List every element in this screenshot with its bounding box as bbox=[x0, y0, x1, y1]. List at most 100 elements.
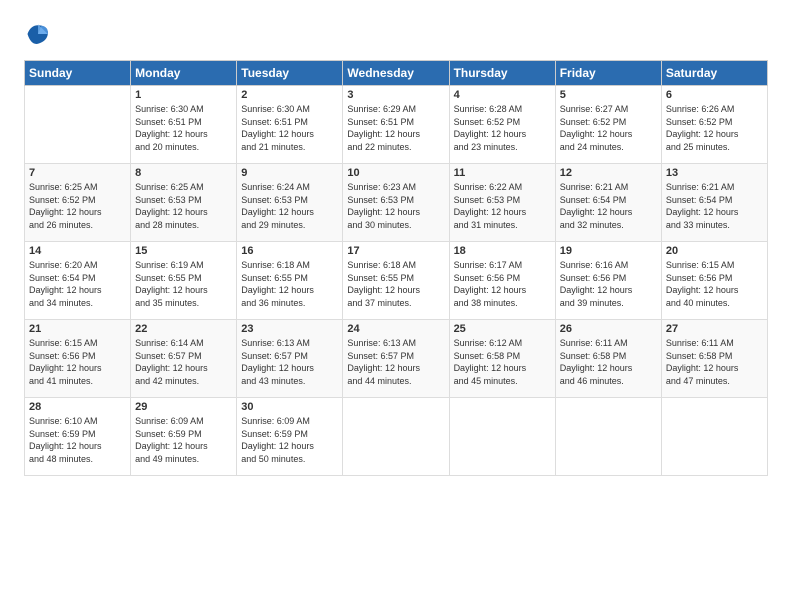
calendar-row: 28 Sunrise: 6:10 AMSunset: 6:59 PMDayligh… bbox=[25, 398, 768, 476]
day-info: Sunrise: 6:13 AMSunset: 6:57 PMDaylight:… bbox=[347, 337, 444, 387]
calendar-cell: 1 Sunrise: 6:30 AMSunset: 6:51 PMDaylight… bbox=[131, 86, 237, 164]
header-day: Saturday bbox=[661, 61, 767, 86]
day-info: Sunrise: 6:18 AMSunset: 6:55 PMDaylight:… bbox=[241, 259, 338, 309]
calendar-cell: 6 Sunrise: 6:26 AMSunset: 6:52 PMDaylight… bbox=[661, 86, 767, 164]
day-number: 12 bbox=[560, 167, 657, 179]
day-info: Sunrise: 6:18 AMSunset: 6:55 PMDaylight:… bbox=[347, 259, 444, 309]
day-number: 18 bbox=[454, 245, 551, 257]
day-info: Sunrise: 6:22 AMSunset: 6:53 PMDaylight:… bbox=[454, 181, 551, 231]
day-number: 23 bbox=[241, 323, 338, 335]
calendar-cell: 23 Sunrise: 6:13 AMSunset: 6:57 PMDayligh… bbox=[237, 320, 343, 398]
header-day: Thursday bbox=[449, 61, 555, 86]
calendar-cell: 21 Sunrise: 6:15 AMSunset: 6:56 PMDayligh… bbox=[25, 320, 131, 398]
day-info: Sunrise: 6:13 AMSunset: 6:57 PMDaylight:… bbox=[241, 337, 338, 387]
day-number: 30 bbox=[241, 401, 338, 413]
calendar-cell: 2 Sunrise: 6:30 AMSunset: 6:51 PMDaylight… bbox=[237, 86, 343, 164]
calendar-cell bbox=[661, 398, 767, 476]
calendar-cell bbox=[555, 398, 661, 476]
day-info: Sunrise: 6:12 AMSunset: 6:58 PMDaylight:… bbox=[454, 337, 551, 387]
calendar-table: SundayMondayTuesdayWednesdayThursdayFrid… bbox=[24, 60, 768, 476]
calendar-cell: 20 Sunrise: 6:15 AMSunset: 6:56 PMDayligh… bbox=[661, 242, 767, 320]
day-number: 21 bbox=[29, 323, 126, 335]
day-info: Sunrise: 6:15 AMSunset: 6:56 PMDaylight:… bbox=[666, 259, 763, 309]
calendar-body: 1 Sunrise: 6:30 AMSunset: 6:51 PMDaylight… bbox=[25, 86, 768, 476]
day-number: 27 bbox=[666, 323, 763, 335]
day-number: 19 bbox=[560, 245, 657, 257]
day-info: Sunrise: 6:26 AMSunset: 6:52 PMDaylight:… bbox=[666, 103, 763, 153]
day-number: 15 bbox=[135, 245, 232, 257]
calendar-row: 14 Sunrise: 6:20 AMSunset: 6:54 PMDayligh… bbox=[25, 242, 768, 320]
day-info: Sunrise: 6:14 AMSunset: 6:57 PMDaylight:… bbox=[135, 337, 232, 387]
day-number: 26 bbox=[560, 323, 657, 335]
day-info: Sunrise: 6:11 AMSunset: 6:58 PMDaylight:… bbox=[666, 337, 763, 387]
day-number: 20 bbox=[666, 245, 763, 257]
day-info: Sunrise: 6:17 AMSunset: 6:56 PMDaylight:… bbox=[454, 259, 551, 309]
calendar-cell: 3 Sunrise: 6:29 AMSunset: 6:51 PMDaylight… bbox=[343, 86, 449, 164]
header bbox=[24, 20, 768, 48]
day-number: 29 bbox=[135, 401, 232, 413]
header-day: Tuesday bbox=[237, 61, 343, 86]
calendar-cell: 14 Sunrise: 6:20 AMSunset: 6:54 PMDayligh… bbox=[25, 242, 131, 320]
day-info: Sunrise: 6:19 AMSunset: 6:55 PMDaylight:… bbox=[135, 259, 232, 309]
calendar-cell: 26 Sunrise: 6:11 AMSunset: 6:58 PMDayligh… bbox=[555, 320, 661, 398]
calendar-row: 21 Sunrise: 6:15 AMSunset: 6:56 PMDayligh… bbox=[25, 320, 768, 398]
calendar-cell: 5 Sunrise: 6:27 AMSunset: 6:52 PMDaylight… bbox=[555, 86, 661, 164]
calendar-header: SundayMondayTuesdayWednesdayThursdayFrid… bbox=[25, 61, 768, 86]
calendar-cell: 29 Sunrise: 6:09 AMSunset: 6:59 PMDayligh… bbox=[131, 398, 237, 476]
day-info: Sunrise: 6:28 AMSunset: 6:52 PMDaylight:… bbox=[454, 103, 551, 153]
day-info: Sunrise: 6:10 AMSunset: 6:59 PMDaylight:… bbox=[29, 415, 126, 465]
day-info: Sunrise: 6:25 AMSunset: 6:52 PMDaylight:… bbox=[29, 181, 126, 231]
header-day: Sunday bbox=[25, 61, 131, 86]
day-info: Sunrise: 6:24 AMSunset: 6:53 PMDaylight:… bbox=[241, 181, 338, 231]
day-number: 5 bbox=[560, 89, 657, 101]
calendar-cell: 9 Sunrise: 6:24 AMSunset: 6:53 PMDaylight… bbox=[237, 164, 343, 242]
calendar-cell: 12 Sunrise: 6:21 AMSunset: 6:54 PMDayligh… bbox=[555, 164, 661, 242]
day-info: Sunrise: 6:16 AMSunset: 6:56 PMDaylight:… bbox=[560, 259, 657, 309]
day-number: 3 bbox=[347, 89, 444, 101]
day-number: 10 bbox=[347, 167, 444, 179]
day-info: Sunrise: 6:09 AMSunset: 6:59 PMDaylight:… bbox=[135, 415, 232, 465]
day-number: 16 bbox=[241, 245, 338, 257]
calendar-cell: 4 Sunrise: 6:28 AMSunset: 6:52 PMDaylight… bbox=[449, 86, 555, 164]
day-number: 1 bbox=[135, 89, 232, 101]
day-number: 14 bbox=[29, 245, 126, 257]
day-number: 28 bbox=[29, 401, 126, 413]
day-number: 2 bbox=[241, 89, 338, 101]
day-number: 13 bbox=[666, 167, 763, 179]
day-number: 22 bbox=[135, 323, 232, 335]
header-day: Wednesday bbox=[343, 61, 449, 86]
calendar-cell bbox=[343, 398, 449, 476]
day-info: Sunrise: 6:29 AMSunset: 6:51 PMDaylight:… bbox=[347, 103, 444, 153]
calendar-cell: 27 Sunrise: 6:11 AMSunset: 6:58 PMDayligh… bbox=[661, 320, 767, 398]
calendar-row: 1 Sunrise: 6:30 AMSunset: 6:51 PMDaylight… bbox=[25, 86, 768, 164]
calendar-cell: 25Sunrise: 6:12 AMSunset: 6:58 PMDayligh… bbox=[449, 320, 555, 398]
day-info: Sunrise: 6:25 AMSunset: 6:53 PMDaylight:… bbox=[135, 181, 232, 231]
day-info: Sunrise: 6:21 AMSunset: 6:54 PMDaylight:… bbox=[560, 181, 657, 231]
day-info: Sunrise: 6:11 AMSunset: 6:58 PMDaylight:… bbox=[560, 337, 657, 387]
calendar-cell: 8Sunrise: 6:25 AMSunset: 6:53 PMDaylight… bbox=[131, 164, 237, 242]
header-day: Monday bbox=[131, 61, 237, 86]
day-info: Sunrise: 6:20 AMSunset: 6:54 PMDaylight:… bbox=[29, 259, 126, 309]
calendar-cell: 15 Sunrise: 6:19 AMSunset: 6:55 PMDayligh… bbox=[131, 242, 237, 320]
calendar-cell: 28 Sunrise: 6:10 AMSunset: 6:59 PMDayligh… bbox=[25, 398, 131, 476]
calendar-cell: 18 Sunrise: 6:17 AMSunset: 6:56 PMDayligh… bbox=[449, 242, 555, 320]
calendar-cell: 24 Sunrise: 6:13 AMSunset: 6:57 PMDayligh… bbox=[343, 320, 449, 398]
day-number: 9 bbox=[241, 167, 338, 179]
logo-icon bbox=[24, 20, 52, 48]
day-number: 11 bbox=[454, 167, 551, 179]
day-info: Sunrise: 6:09 AMSunset: 6:59 PMDaylight:… bbox=[241, 415, 338, 465]
day-number: 4 bbox=[454, 89, 551, 101]
calendar-row: 7 Sunrise: 6:25 AMSunset: 6:52 PMDaylight… bbox=[25, 164, 768, 242]
day-info: Sunrise: 6:23 AMSunset: 6:53 PMDaylight:… bbox=[347, 181, 444, 231]
calendar-cell: 11 Sunrise: 6:22 AMSunset: 6:53 PMDayligh… bbox=[449, 164, 555, 242]
day-info: Sunrise: 6:15 AMSunset: 6:56 PMDaylight:… bbox=[29, 337, 126, 387]
day-number: 24 bbox=[347, 323, 444, 335]
logo bbox=[24, 20, 56, 48]
day-number: 17 bbox=[347, 245, 444, 257]
day-number: 6 bbox=[666, 89, 763, 101]
day-info: Sunrise: 6:30 AMSunset: 6:51 PMDaylight:… bbox=[135, 103, 232, 153]
day-info: Sunrise: 6:30 AMSunset: 6:51 PMDaylight:… bbox=[241, 103, 338, 153]
day-info: Sunrise: 6:27 AMSunset: 6:52 PMDaylight:… bbox=[560, 103, 657, 153]
calendar-cell: 7 Sunrise: 6:25 AMSunset: 6:52 PMDaylight… bbox=[25, 164, 131, 242]
day-number: 7 bbox=[29, 167, 126, 179]
